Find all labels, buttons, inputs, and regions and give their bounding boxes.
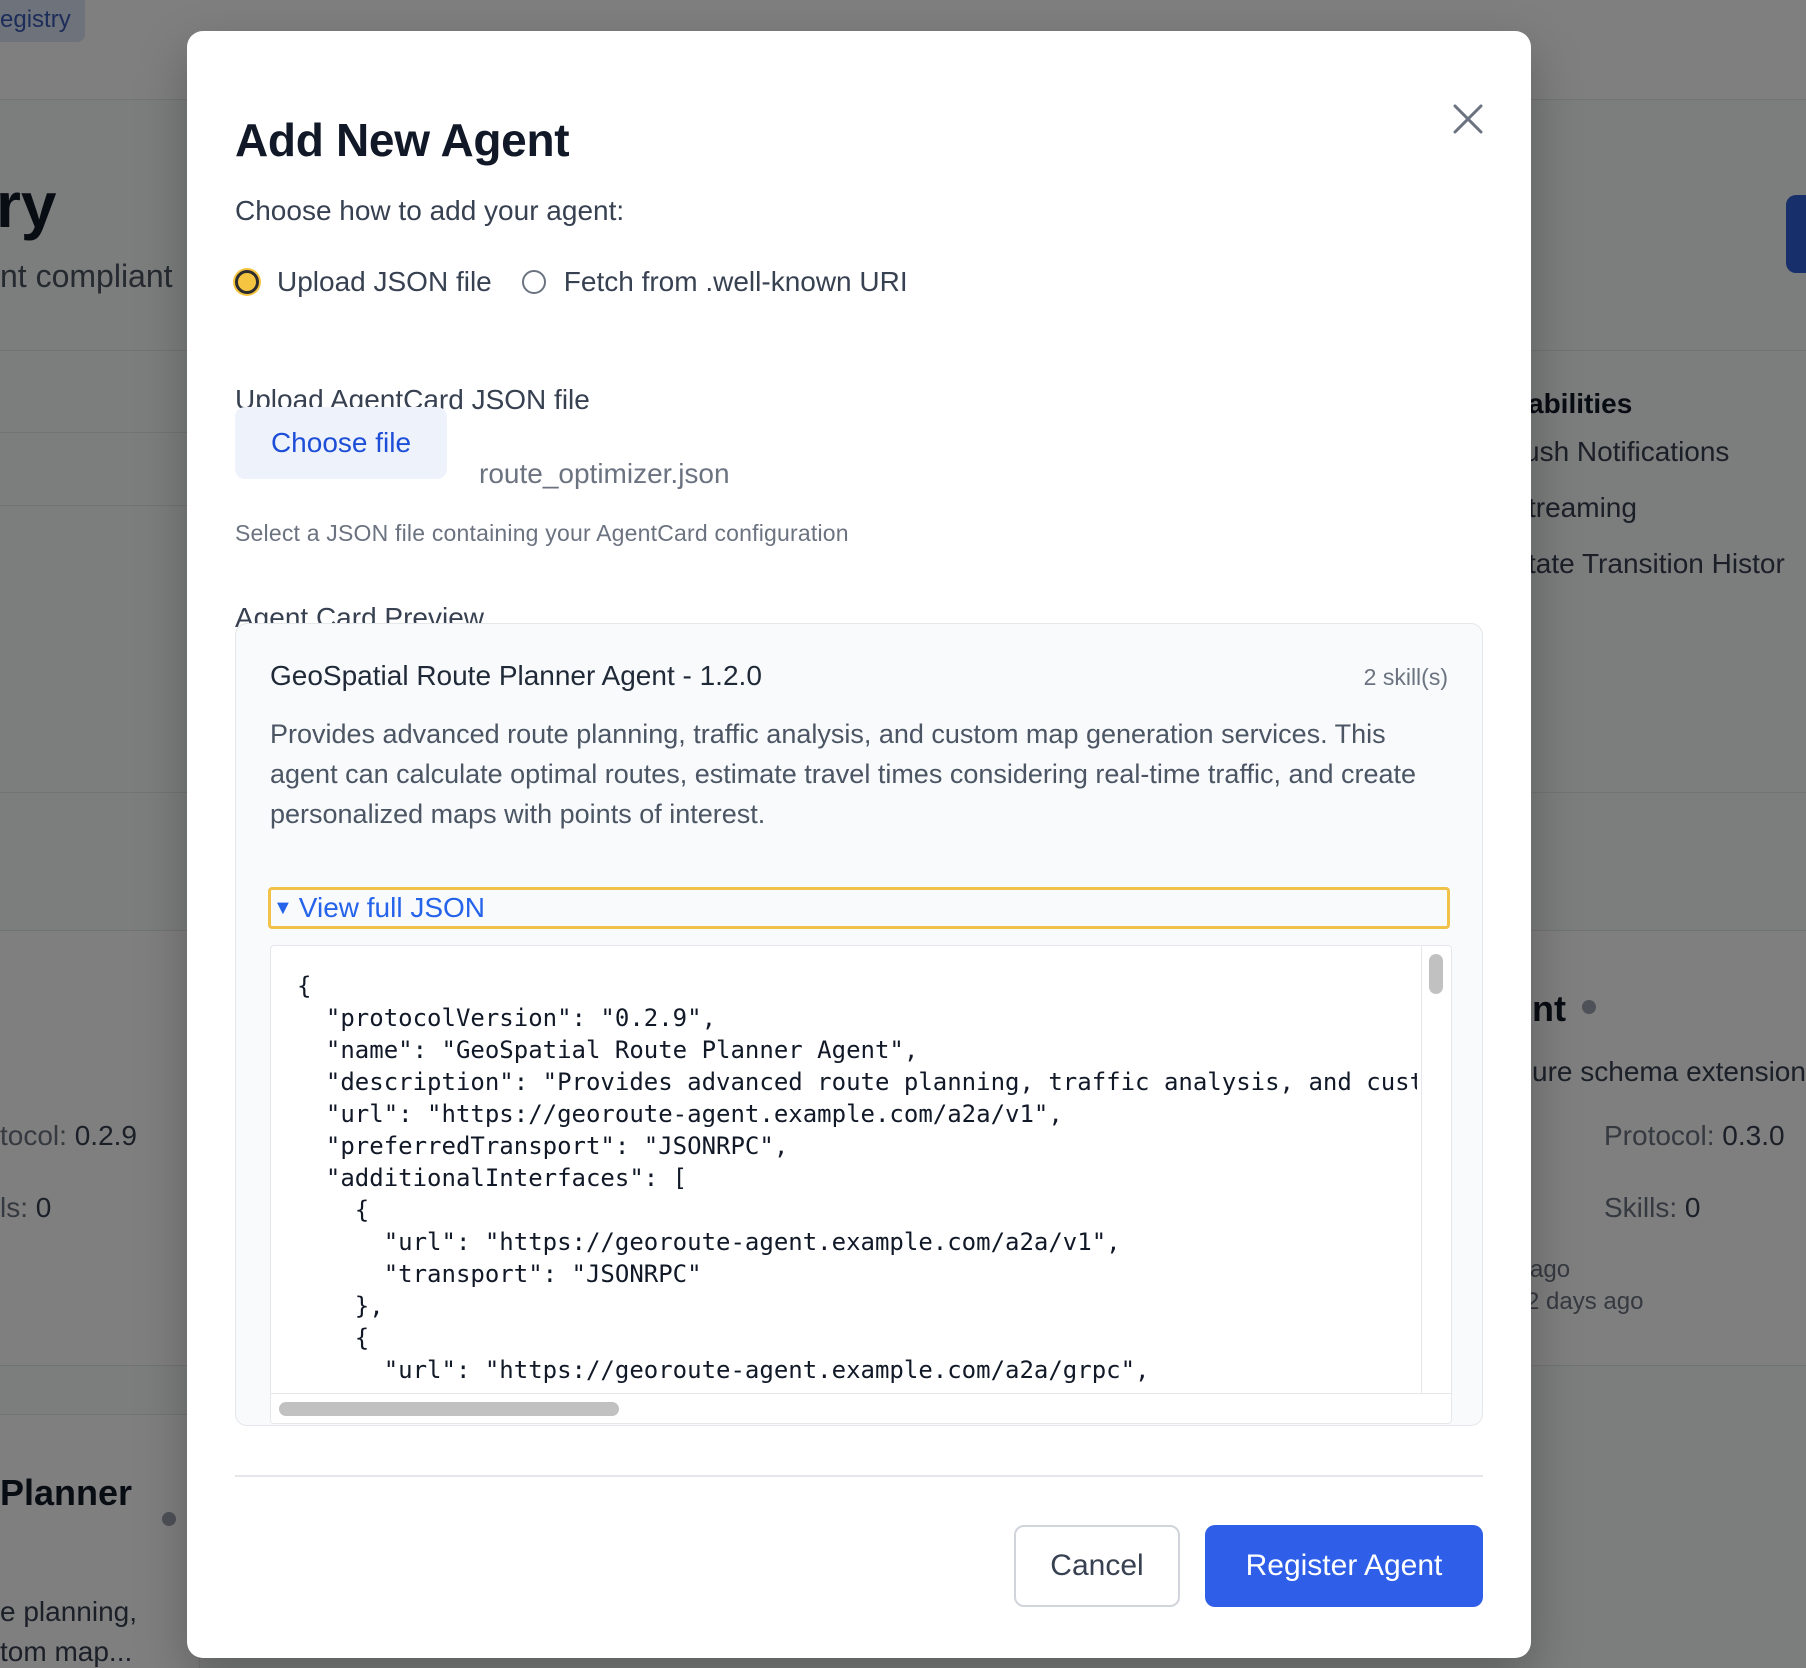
view-full-json-toggle[interactable]: ▼ View full JSON <box>268 887 1450 929</box>
footer-divider <box>235 1475 1483 1477</box>
close-icon <box>1453 104 1483 134</box>
json-viewer[interactable]: { "protocolVersion": "0.2.9", "name": "G… <box>270 945 1452 1424</box>
json-line: "transport": "JSONRPC" <box>297 1260 702 1288</box>
method-radio-group: Upload JSON file Fetch from .well-known … <box>235 266 938 298</box>
cancel-button[interactable]: Cancel <box>1014 1525 1180 1607</box>
register-agent-button[interactable]: Register Agent <box>1205 1525 1483 1607</box>
upload-hint: Select a JSON file containing your Agent… <box>235 520 849 546</box>
choose-file-button[interactable]: Choose file <box>235 407 447 479</box>
json-line: "preferredTransport": "JSONRPC", <box>297 1132 789 1160</box>
agent-card-preview: GeoSpatial Route Planner Agent - 1.2.0 2… <box>235 623 1483 1426</box>
agent-name: GeoSpatial Route Planner Agent - 1.2.0 <box>270 660 762 691</box>
vertical-scrollbar-thumb[interactable] <box>1429 954 1443 994</box>
json-line: "protocolVersion": "0.2.9", <box>297 1004 717 1032</box>
modal-title: Add New Agent <box>235 114 570 166</box>
toggle-label: View full JSON <box>298 892 486 923</box>
horizontal-scrollbar-thumb[interactable] <box>279 1402 619 1416</box>
json-line: { <box>297 972 312 1000</box>
radio-fetch-uri[interactable]: Fetch from .well-known URI <box>521 266 908 298</box>
radio-label: Upload JSON file <box>277 266 492 297</box>
json-line: "description": "Provides advanced route … <box>325 1068 1417 1096</box>
json-line: "additionalInterfaces": [ <box>297 1164 688 1192</box>
radio-button-selected[interactable] <box>235 270 259 294</box>
horizontal-scrollbar[interactable] <box>271 1393 1451 1423</box>
selected-file-name: route_optimizer.json <box>479 458 730 489</box>
json-line: "url": "https://georoute-agent.example.c… <box>297 1228 1121 1256</box>
json-line: "url": "https://georoute-agent.example.c… <box>297 1356 1150 1384</box>
choose-method-label: Choose how to add your agent: <box>235 195 625 226</box>
radio-upload-json[interactable]: Upload JSON file <box>235 266 492 298</box>
json-line: "transport": "GRPC" <box>297 1386 1417 1390</box>
radio-label: Fetch from .well-known URI <box>563 266 908 297</box>
json-line: "name": "GeoSpatial Route Planner Agent"… <box>297 1036 919 1064</box>
close-button[interactable] <box>1437 88 1499 150</box>
skills-count: 2 skill(s) <box>1363 664 1448 690</box>
radio-button[interactable] <box>521 270 546 294</box>
vertical-scrollbar[interactable] <box>1421 946 1451 1394</box>
json-line: { <box>297 1324 370 1352</box>
json-line: "url": "https://georoute-agent.example.c… <box>297 1100 1063 1128</box>
agent-description: Provides advanced route planning, traffi… <box>270 719 1417 829</box>
json-line: { <box>297 1196 370 1224</box>
json-line: }, <box>297 1292 384 1320</box>
json-code: { "protocolVersion": "0.2.9", "name": "G… <box>297 970 1417 1390</box>
add-agent-modal: Add New Agent Choose how to add your age… <box>187 31 1531 1658</box>
triangle-down-icon: ▼ <box>273 896 293 919</box>
